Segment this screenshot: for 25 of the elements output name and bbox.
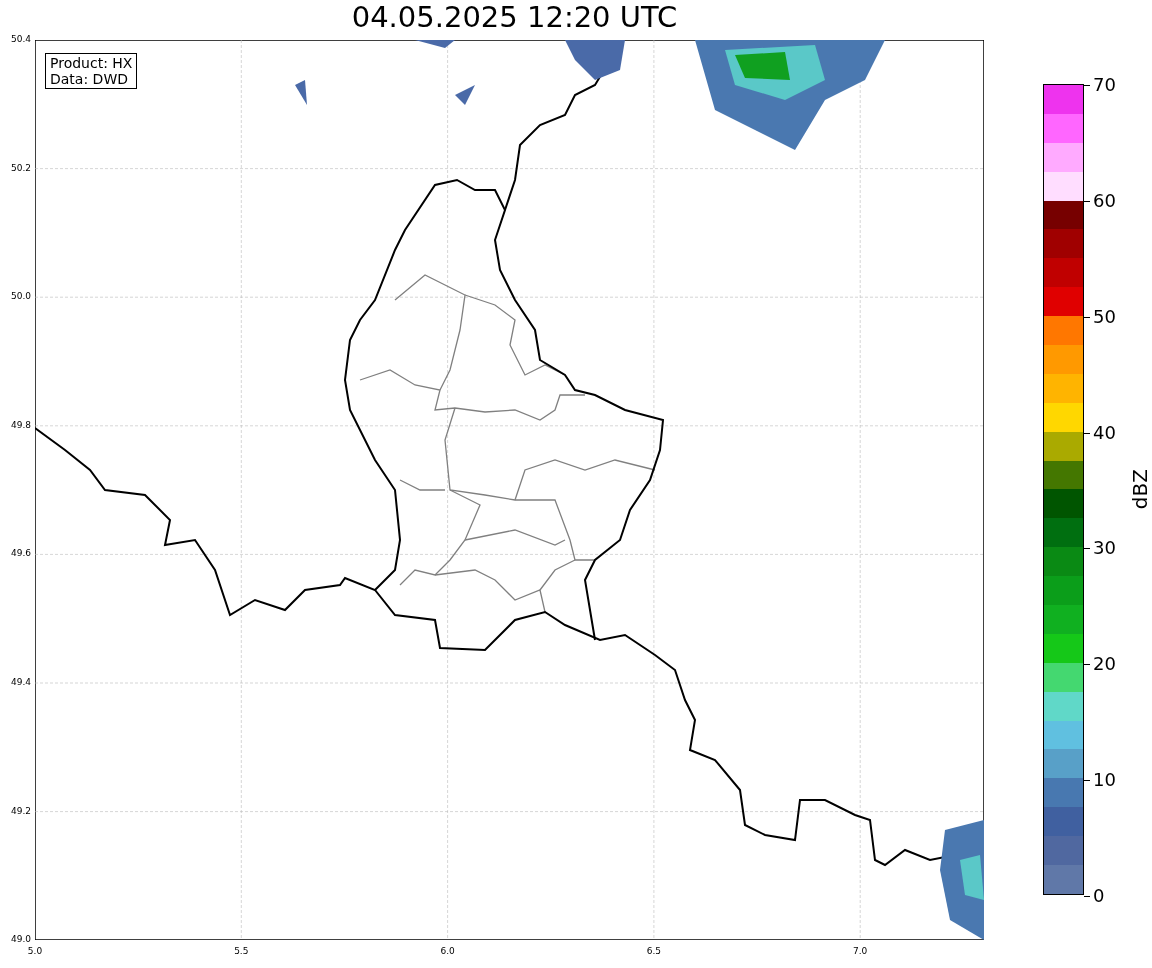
colorbar-tick-label: 10 xyxy=(1084,769,1116,791)
colorbar-tick-label: 40 xyxy=(1084,421,1116,443)
colorbar-tick-label: 20 xyxy=(1084,653,1116,675)
colorbar-tick-label: 0 xyxy=(1084,885,1105,906)
y-tick-label: 50.2 xyxy=(10,162,31,173)
chart-title: 04.05.2025 12:20 UTC xyxy=(351,0,678,34)
colorbar-label: dBZ xyxy=(1128,469,1152,510)
x-tick-label: 6.0 xyxy=(439,946,456,956)
colorbar-tick-label: 50 xyxy=(1084,305,1116,327)
x-tick-label: 5.5 xyxy=(233,946,250,956)
x-tick-label: 5.0 xyxy=(26,946,44,956)
colorbar-tick-label: 30 xyxy=(1084,537,1116,559)
colorbar-tick-label: 60 xyxy=(1084,189,1116,211)
y-tick-label: 49.8 xyxy=(10,419,31,430)
y-tick-label: 50.4 xyxy=(10,34,31,44)
y-tick-label: 50.0 xyxy=(10,291,31,302)
y-tick-label: 49.6 xyxy=(10,548,31,559)
x-tick-label: 6.5 xyxy=(645,946,663,956)
x-tick-label: 7.0 xyxy=(852,946,869,956)
y-tick-label: 49.2 xyxy=(10,805,31,816)
y-tick-label: 49.0 xyxy=(10,934,31,945)
colorbar-tick-label: 70 xyxy=(1084,74,1116,95)
info-text: Product: HX xyxy=(50,55,133,71)
y-tick-label: 49.4 xyxy=(10,677,31,687)
info-text: Data: DWD xyxy=(50,71,129,87)
